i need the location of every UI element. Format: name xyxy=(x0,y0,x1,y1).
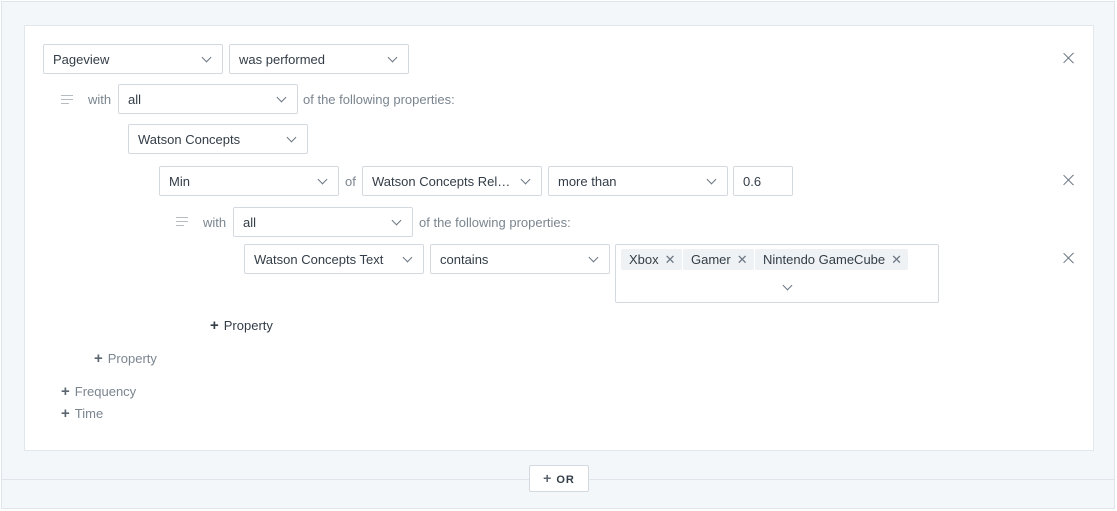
add-frequency-button[interactable]: + Frequency xyxy=(61,384,136,400)
chevron-down-icon xyxy=(201,52,212,63)
field-select-value: Watson Concepts Relev... xyxy=(372,174,521,189)
nested-quantifier-select[interactable]: all xyxy=(233,207,413,237)
chevron-down-icon[interactable] xyxy=(782,280,793,291)
nested-quantifier-select-value: all xyxy=(243,215,257,230)
close-icon[interactable]: ✕ xyxy=(737,249,748,270)
chevron-down-icon xyxy=(387,52,398,63)
add-property-button[interactable]: + Property xyxy=(94,351,157,367)
chevron-down-icon xyxy=(706,174,717,185)
chevron-down-icon xyxy=(276,92,287,103)
add-time-label: Time xyxy=(74,406,104,421)
remove-aggregate-close-icon[interactable] xyxy=(1063,174,1075,186)
property-select-value: Watson Concepts xyxy=(138,132,241,147)
action-select-value: was performed xyxy=(239,52,325,67)
add-or-button[interactable]: + OR xyxy=(529,465,589,492)
add-inner-property-button[interactable]: + Property xyxy=(210,318,273,334)
plus-icon: + xyxy=(94,350,103,367)
chevron-down-icon xyxy=(286,132,297,143)
following-properties-label: of the following properties: xyxy=(419,215,571,230)
aggregate-select-value: Min xyxy=(169,174,190,189)
add-inner-property-label: Property xyxy=(223,318,273,333)
event-select[interactable]: Pageview xyxy=(43,44,223,74)
quantifier-select[interactable]: all xyxy=(118,84,298,114)
add-property-label: Property xyxy=(107,351,157,366)
drag-handle-icon[interactable] xyxy=(61,95,73,104)
text-operator-select-value: contains xyxy=(440,252,489,267)
tag-label: Xbox xyxy=(629,252,659,267)
chevron-down-icon xyxy=(520,174,531,185)
property-select[interactable]: Watson Concepts xyxy=(128,124,308,154)
plus-icon: + xyxy=(543,470,553,486)
of-label: of xyxy=(345,174,356,189)
action-select[interactable]: was performed xyxy=(229,44,409,74)
chevron-down-icon xyxy=(317,174,328,185)
tag-multiselect[interactable]: Xbox ✕ Gamer ✕ Nintendo GameCube ✕ xyxy=(615,244,939,303)
operator-select-value: more than xyxy=(558,174,617,189)
with-label: with xyxy=(88,92,112,107)
add-time-button[interactable]: + Time xyxy=(61,406,103,422)
tag-chip: Gamer ✕ xyxy=(683,249,754,270)
value-input[interactable]: 0.6 xyxy=(733,166,793,196)
aggregate-select[interactable]: Min xyxy=(159,166,339,196)
plus-icon: + xyxy=(61,383,70,400)
text-operator-select[interactable]: contains xyxy=(430,244,610,274)
text-property-select[interactable]: Watson Concepts Text xyxy=(244,244,424,274)
text-property-select-value: Watson Concepts Text xyxy=(254,252,384,267)
plus-icon: + xyxy=(61,405,70,422)
plus-icon: + xyxy=(210,317,219,334)
tag-chip: Xbox ✕ xyxy=(621,249,682,270)
remove-event-close-icon[interactable] xyxy=(1063,52,1075,64)
remove-text-filter-close-icon[interactable] xyxy=(1063,252,1075,264)
chevron-down-icon xyxy=(588,252,599,263)
tag-label: Gamer xyxy=(691,252,731,267)
operator-select[interactable]: more than xyxy=(548,166,728,196)
quantifier-select-value: all xyxy=(128,92,142,107)
or-label: OR xyxy=(556,474,575,486)
field-select[interactable]: Watson Concepts Relev... xyxy=(362,166,542,196)
chevron-down-icon xyxy=(391,215,402,226)
drag-handle-icon[interactable] xyxy=(176,217,188,226)
close-icon[interactable]: ✕ xyxy=(891,249,902,270)
tag-chip: Nintendo GameCube ✕ xyxy=(755,249,909,270)
chevron-down-icon xyxy=(402,252,413,263)
close-icon[interactable]: ✕ xyxy=(665,249,676,270)
add-frequency-label: Frequency xyxy=(74,384,137,399)
following-properties-label: of the following properties: xyxy=(303,92,455,107)
with-label: with xyxy=(203,215,227,230)
tag-label: Nintendo GameCube xyxy=(763,252,886,267)
event-select-value: Pageview xyxy=(53,52,110,67)
